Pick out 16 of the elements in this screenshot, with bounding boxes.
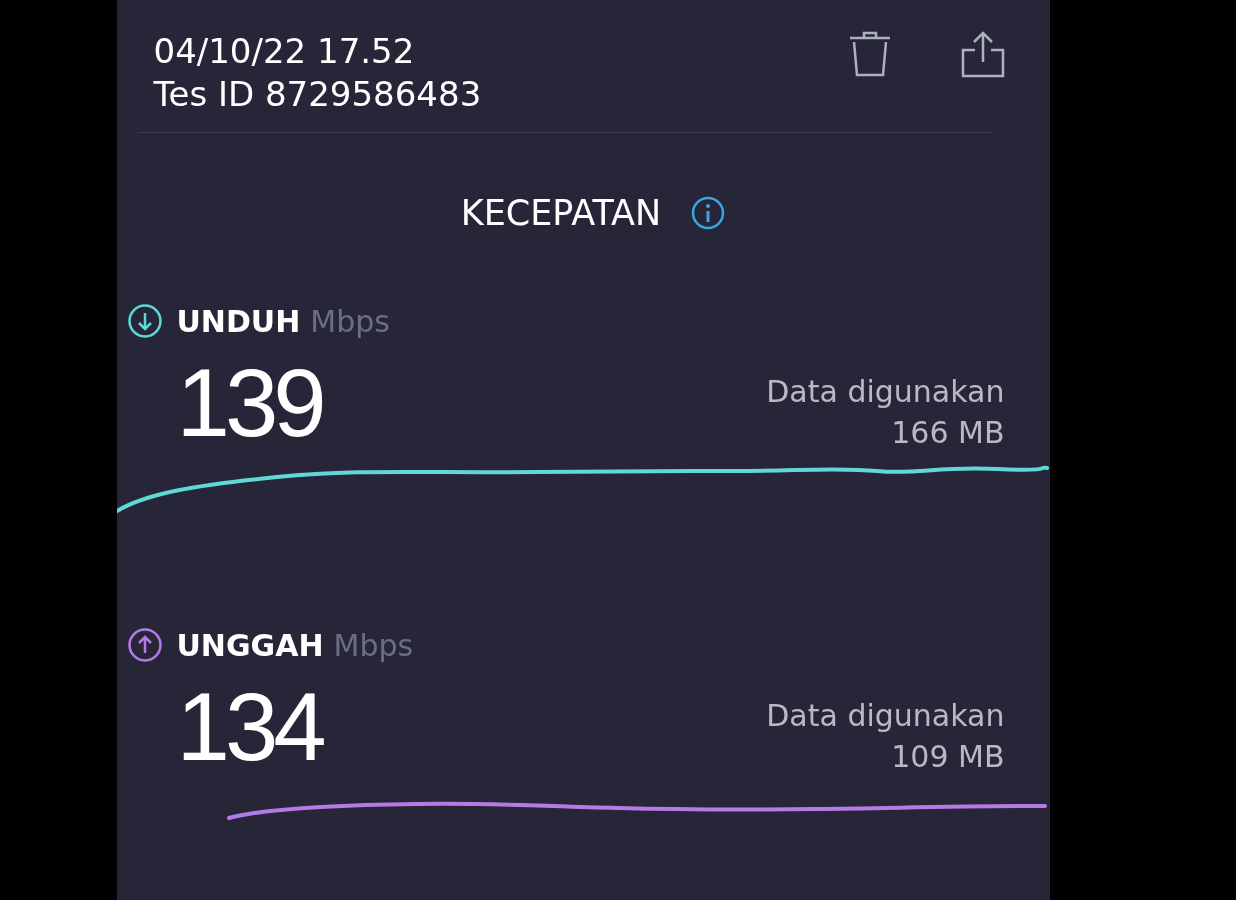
data-used-value: 109 MB — [891, 738, 1005, 776]
trash-icon[interactable] — [847, 30, 892, 78]
data-used-label: Data digunakan — [766, 373, 1005, 411]
data-used-value: 166 MB — [891, 414, 1005, 452]
metric-label: UNGGAH — [176, 627, 324, 663]
data-used-label: Data digunakan — [766, 697, 1005, 735]
section-title: KECEPATAN — [460, 193, 662, 233]
share-icon[interactable] — [959, 30, 1006, 78]
unit-label: Mbps — [310, 303, 390, 339]
test-id: Tes ID 8729586483 — [153, 73, 482, 116]
speed-value: 139 — [176, 348, 323, 458]
info-icon[interactable] — [691, 196, 726, 230]
metric-label: UNDUH — [176, 303, 301, 339]
unit-label: Mbps — [333, 627, 414, 663]
test-date: 04/10/22 17.52 — [153, 30, 416, 73]
speed-value: 134 — [176, 672, 324, 782]
